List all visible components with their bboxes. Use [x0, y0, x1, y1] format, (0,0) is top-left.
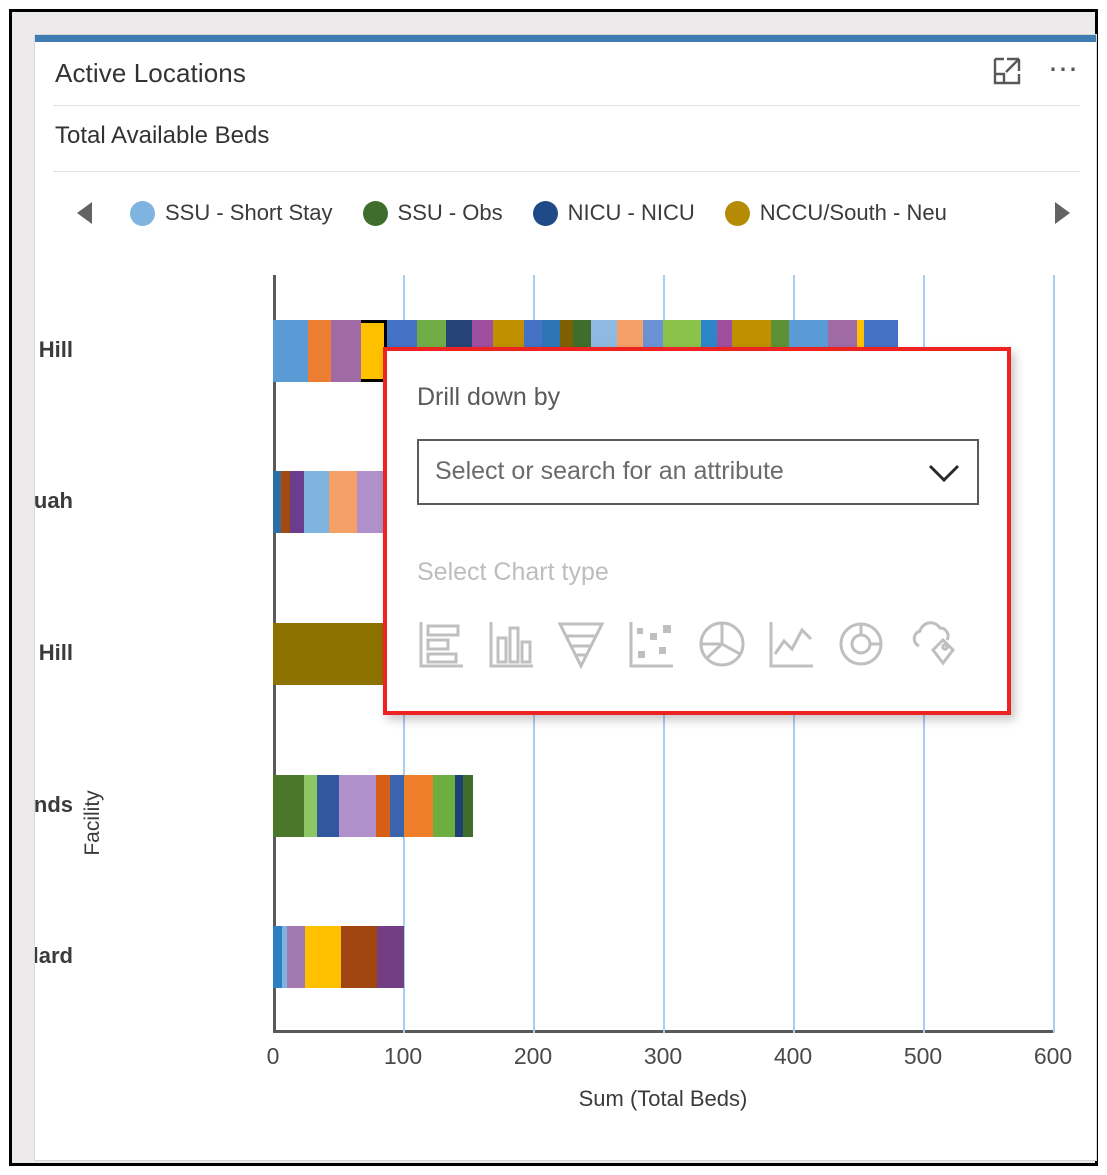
stacked-bar[interactable]: [273, 926, 404, 988]
card-header: Active Locations ⋯: [35, 42, 1097, 104]
dashboard-card: Active Locations ⋯ Total Available Beds: [34, 34, 1097, 1161]
legend-swatch-icon: [725, 201, 750, 226]
attribute-select[interactable]: Select or search for an attribute: [417, 439, 979, 505]
legend-item[interactable]: SSU - Short Stay: [130, 200, 333, 226]
line-chart-icon[interactable]: [765, 616, 817, 672]
y-axis-title: Facility: [81, 753, 105, 893]
bar-segment[interactable]: [317, 775, 339, 837]
bar-segment[interactable]: [329, 471, 358, 533]
vertical-bar-chart-icon[interactable]: [485, 616, 537, 672]
header-actions: ⋯: [992, 56, 1082, 91]
bar-segment[interactable]: [273, 775, 304, 837]
legend-swatch-icon: [130, 201, 155, 226]
category-label: Ballard: [34, 943, 73, 969]
bar-segment[interactable]: [331, 320, 361, 382]
funnel-chart-icon[interactable]: [555, 616, 607, 672]
bar-segment[interactable]: [455, 775, 463, 837]
legend-item[interactable]: NICU - NICU: [533, 200, 695, 226]
x-tick-label: 0: [267, 1043, 280, 1070]
x-tick-label: 500: [904, 1043, 942, 1070]
x-tick-label: 300: [644, 1043, 682, 1070]
bar-segment[interactable]: [290, 471, 304, 533]
bar-segment[interactable]: [463, 775, 473, 837]
screenshot-root: Active Locations ⋯ Total Available Beds: [0, 0, 1107, 1175]
attribute-placeholder: Select or search for an attribute: [435, 457, 784, 486]
bar-segment[interactable]: [281, 471, 290, 533]
pie-chart-icon[interactable]: [695, 616, 747, 672]
bar-segment[interactable]: [341, 926, 377, 988]
bar-segment[interactable]: [433, 775, 455, 837]
bar-segment[interactable]: [304, 775, 317, 837]
legend-swatch-icon: [363, 201, 388, 226]
bar-segment[interactable]: [404, 775, 433, 837]
header-divider: [53, 105, 1080, 106]
word-cloud-icon[interactable]: [905, 616, 957, 672]
legend-prev-arrow-icon[interactable]: [77, 202, 92, 224]
bar-segment[interactable]: [339, 775, 375, 837]
bar-segment[interactable]: [376, 775, 390, 837]
x-tick-label: 600: [1034, 1043, 1072, 1070]
horizontal-bar-chart-icon[interactable]: [415, 616, 467, 672]
bar-segment[interactable]: [304, 471, 329, 533]
gridline: [1053, 275, 1055, 1033]
drill-down-popup: Drill down by Select or search for an at…: [383, 347, 1011, 715]
chart-type-label: Select Chart type: [417, 558, 609, 587]
bar-segment[interactable]: [308, 320, 331, 382]
legend-item[interactable]: SSU - Obs: [363, 200, 503, 226]
bar-segment[interactable]: [287, 926, 305, 988]
bar-segment[interactable]: [273, 320, 308, 382]
bar-segment[interactable]: [305, 926, 340, 988]
chart-title: Total Available Beds: [55, 122, 269, 150]
accent-bar: [35, 35, 1097, 42]
chevron-down-icon[interactable]: [927, 462, 961, 489]
drill-down-label: Drill down by: [417, 383, 560, 412]
legend-next-arrow-icon[interactable]: [1055, 202, 1070, 224]
scatter-chart-icon[interactable]: [625, 616, 677, 672]
legend-item[interactable]: NCCU/South - Neu: [725, 200, 947, 226]
x-tick-label: 100: [384, 1043, 422, 1070]
category-label: Edmonds: [34, 792, 73, 818]
bar-segment[interactable]: [390, 775, 404, 837]
page-title: Active Locations: [55, 58, 246, 89]
legend-items: SSU - Short Stay SSU - Obs NICU - NICU NCCU…: [130, 200, 1055, 226]
x-tick-label: 200: [514, 1043, 552, 1070]
donut-chart-icon[interactable]: [835, 616, 887, 672]
bar-segment[interactable]: [273, 926, 282, 988]
bar-segment[interactable]: [377, 926, 404, 988]
legend-label: SSU - Short Stay: [165, 200, 333, 226]
chart-type-options: [415, 616, 987, 672]
legend-label: NICU - NICU: [568, 200, 695, 226]
x-tick-label: 400: [774, 1043, 812, 1070]
category-label: Cherry Hill: [34, 640, 73, 666]
category-label: Issaquah: [34, 488, 73, 514]
category-label: First Hill: [34, 337, 73, 363]
title-divider: [53, 171, 1080, 172]
expand-icon[interactable]: [992, 56, 1022, 91]
x-axis-title: Sum (Total Beds): [273, 1086, 1053, 1112]
bar-segment[interactable]: [273, 471, 281, 533]
chart-legend: SSU - Short Stay SSU - Obs NICU - NICU NCCU…: [35, 185, 1097, 241]
more-options-icon[interactable]: ⋯: [1046, 59, 1082, 89]
legend-swatch-icon: [533, 201, 558, 226]
legend-label: NCCU/South - Neu: [760, 200, 947, 226]
window-frame: Active Locations ⋯ Total Available Beds: [9, 9, 1098, 1166]
bar-segment[interactable]: [357, 471, 386, 533]
stacked-bar[interactable]: [273, 775, 473, 837]
legend-label: SSU - Obs: [398, 200, 503, 226]
